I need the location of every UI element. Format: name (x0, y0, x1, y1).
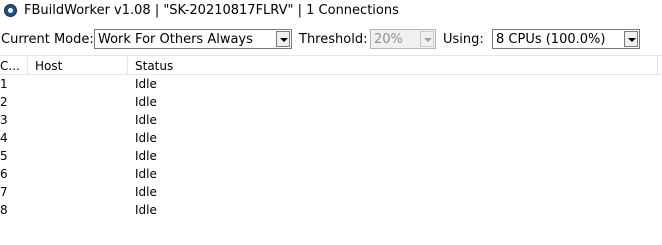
status-text: Idle (135, 149, 157, 163)
column-header-label: Status (135, 59, 174, 73)
chevron-down-icon[interactable] (420, 31, 434, 47)
cpu-number: 8 (0, 203, 8, 217)
current-mode-label: Current Mode: (1, 32, 94, 47)
using-label: Using: (443, 32, 484, 47)
status-text: Idle (135, 131, 157, 145)
threshold-dropdown[interactable]: 20% (370, 29, 436, 49)
cpu-number: 2 (0, 95, 8, 109)
chevron-down-icon[interactable] (624, 31, 638, 47)
threshold-label: Threshold: (299, 32, 368, 47)
cpu-number: 4 (0, 131, 8, 145)
cpu-number: 3 (0, 113, 8, 127)
current-mode-dropdown[interactable]: Work For Others Always (94, 29, 292, 49)
app-icon (4, 4, 17, 17)
status-text: Idle (135, 113, 157, 127)
cpu-number: 5 (0, 149, 8, 163)
column-header-cpu[interactable]: C... (0, 56, 28, 75)
cpu-number: 7 (0, 185, 8, 199)
mode-toolbar: Current Mode: Work For Others Always Thr… (0, 26, 662, 52)
column-header-label: C... (0, 59, 20, 73)
status-text: Idle (135, 95, 157, 109)
status-text: Idle (135, 167, 157, 181)
chevron-down-icon[interactable] (276, 31, 290, 47)
list-item[interactable]: 5 Idle (0, 147, 662, 165)
cpu-number: 6 (0, 167, 8, 181)
column-header-status[interactable]: Status (128, 56, 658, 75)
worker-list[interactable]: C... Host Status 1 Idle 2 Idle 3 Idle 4 … (0, 55, 662, 245)
list-item[interactable]: 4 Idle (0, 129, 662, 147)
cpu-number: 1 (0, 77, 8, 91)
list-item[interactable]: 3 Idle (0, 111, 662, 129)
status-text: Idle (135, 203, 157, 217)
list-item[interactable]: 6 Idle (0, 165, 662, 183)
window-title: FBuildWorker v1.08 | "SK-20210817FLRV" |… (24, 3, 399, 18)
list-item[interactable]: 2 Idle (0, 93, 662, 111)
status-text: Idle (135, 77, 157, 91)
threshold-value: 20% (374, 32, 403, 47)
list-item[interactable]: 7 Idle (0, 183, 662, 201)
current-mode-value: Work For Others Always (98, 32, 253, 47)
list-item[interactable]: 8 Idle (0, 201, 662, 219)
list-item[interactable]: 1 Idle (0, 75, 662, 93)
cpu-usage-value: 8 CPUs (100.0%) (496, 32, 606, 47)
list-header: C... Host Status (0, 55, 662, 75)
cpu-usage-dropdown[interactable]: 8 CPUs (100.0%) (492, 29, 640, 49)
title-bar[interactable]: FBuildWorker v1.08 | "SK-20210817FLRV" |… (0, 0, 662, 22)
status-text: Idle (135, 185, 157, 199)
column-header-host[interactable]: Host (28, 56, 128, 75)
column-header-label: Host (35, 59, 63, 73)
